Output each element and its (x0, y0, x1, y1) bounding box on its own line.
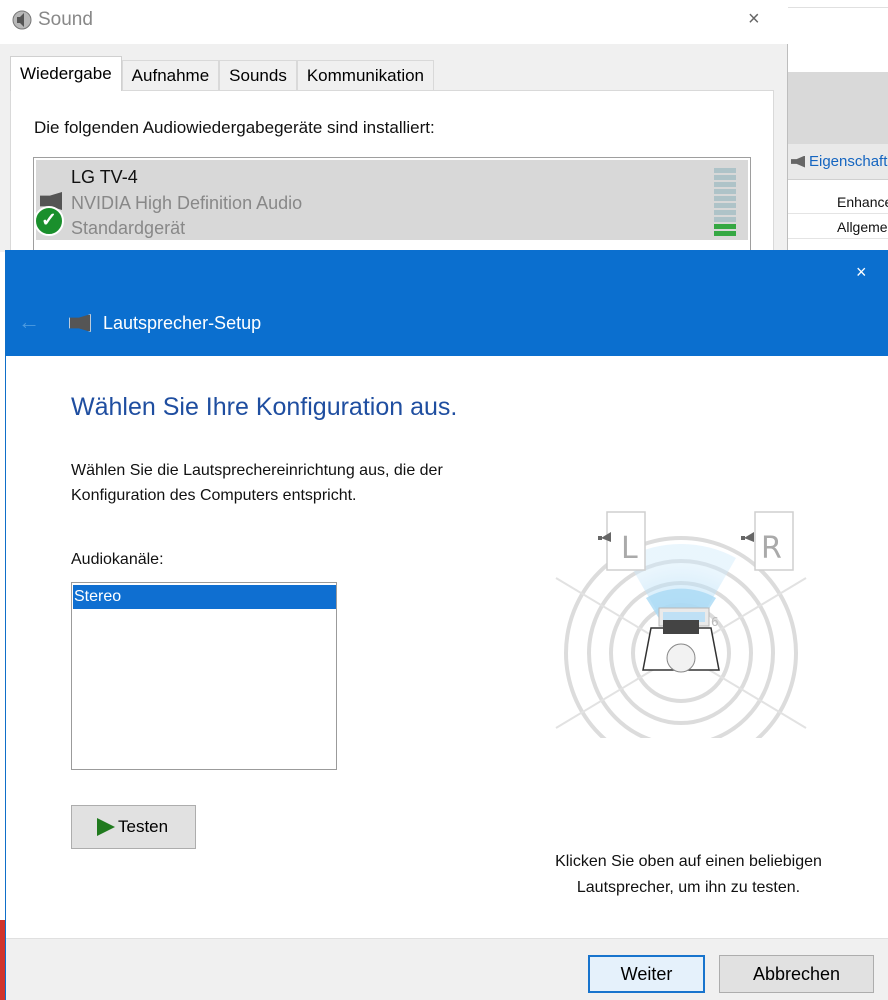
right-speaker-label: R (761, 531, 782, 566)
back-arrow-icon[interactable]: ← (18, 309, 40, 335)
left-speaker[interactable]: L (598, 511, 646, 571)
sound-app-icon (12, 10, 32, 30)
default-check-icon: ✓ (34, 206, 64, 236)
background-window: Eigenschaft Enhance Allgemei (786, 0, 888, 250)
close-icon[interactable]: × (748, 8, 760, 31)
device-name: LG TV-4 (71, 167, 138, 187)
sound-dialog: Sound × Wiedergabe Aufnahme Sounds Kommu… (0, 0, 788, 253)
test-button[interactable]: Testen (71, 805, 196, 849)
channel-item-stereo[interactable]: Stereo (73, 585, 336, 609)
panel-caption: Die folgenden Audiowiedergabegeräte sind… (34, 118, 435, 137)
level-segment (714, 168, 736, 173)
page-description: Wählen Sie die Lautsprechereinrichtung a… (71, 462, 443, 504)
svg-text:6: 6 (711, 615, 719, 629)
tab-kommunikation[interactable]: Kommunikation (296, 60, 435, 90)
device-item[interactable]: ✓ LG TV-4 NVIDIA High Definition Audio S… (34, 160, 748, 240)
next-button[interactable]: Weiter (588, 955, 705, 993)
tab-wiedergabe[interactable]: Wiedergabe (10, 56, 122, 91)
background-topbar (787, 0, 888, 8)
wizard-footer: Weiter Abbrechen (6, 938, 888, 1000)
speaker-setup-wizard: × ← Lautsprecher-Setup Wählen Sie Ihre K… (5, 250, 888, 1000)
close-icon[interactable]: × (856, 262, 867, 283)
cancel-button[interactable]: Abbrechen (719, 955, 874, 993)
level-segment (714, 210, 736, 215)
tab-aufnahme[interactable]: Aufnahme (121, 60, 220, 90)
test-button-label: Testen (118, 817, 169, 836)
playback-panel: Die folgenden Audiowiedergabegeräte sind… (10, 90, 774, 253)
tab-bar: Wiedergabe Aufnahme Sounds Kommunikation (10, 56, 435, 91)
channels-label: Audiokanäle: (71, 551, 164, 568)
speaker-icon (69, 314, 91, 332)
page-heading: Wählen Sie Ihre Konfiguration aus. (71, 393, 458, 421)
play-icon (97, 818, 115, 836)
properties-label: Eigenschaft (809, 153, 888, 170)
speaker-icon (791, 155, 805, 168)
channel-list[interactable]: Stereo (71, 582, 337, 770)
level-segment (714, 196, 736, 201)
wizard-header: × ← Lautsprecher-Setup (6, 250, 888, 356)
properties-button[interactable]: Eigenschaft (787, 144, 888, 180)
wizard-title: Lautsprecher-Setup (103, 313, 262, 333)
sound-titlebar: Sound × (0, 0, 788, 44)
level-segment (714, 189, 736, 194)
level-segment (714, 224, 736, 229)
level-segment (714, 217, 736, 222)
level-meter (714, 168, 738, 238)
device-status: Standardgerät (71, 218, 186, 238)
test-hint: Klicken Sie oben auf einen beliebigen La… (555, 853, 822, 896)
device-list: ✓ LG TV-4 NVIDIA High Definition Audio S… (33, 157, 751, 253)
background-row-general[interactable]: Allgemei (787, 215, 888, 239)
background-panel (787, 72, 888, 144)
left-speaker-label: L (621, 531, 638, 566)
background-row-enhance[interactable]: Enhance (787, 190, 888, 214)
level-segment (714, 231, 736, 236)
device-driver: NVIDIA High Definition Audio (71, 193, 303, 213)
tab-sounds[interactable]: Sounds (219, 60, 297, 90)
speaker-layout-illustration: 6 L R (555, 511, 807, 738)
level-segment (714, 203, 736, 208)
window-title: Sound (38, 9, 93, 30)
level-segment (714, 175, 736, 180)
level-segment (714, 182, 736, 187)
background-edge (0, 920, 5, 1000)
